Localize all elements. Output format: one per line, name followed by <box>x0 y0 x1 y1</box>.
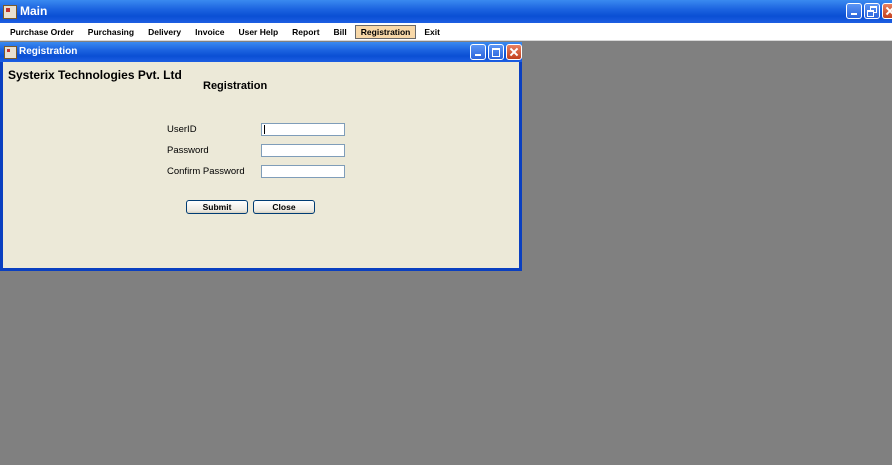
app-icon <box>3 5 17 19</box>
main-window-controls <box>846 3 892 19</box>
menu-item-exit[interactable]: Exit <box>418 25 446 39</box>
menu-item-purchase-order[interactable]: Purchase Order <box>4 25 80 39</box>
password-label: Password <box>167 145 209 156</box>
menu-item-report[interactable]: Report <box>286 25 325 39</box>
userid-label: UserID <box>167 124 197 135</box>
menu-item-user-help[interactable]: User Help <box>232 25 284 39</box>
menu-bar: Purchase Order Purchasing Delivery Invoi… <box>0 23 892 41</box>
minimize-icon[interactable] <box>846 3 862 19</box>
form-heading: Registration <box>203 80 268 92</box>
registration-titlebar[interactable]: Registration <box>0 42 522 62</box>
main-window-title: Main <box>20 4 48 18</box>
password-input[interactable] <box>261 144 345 157</box>
registration-window-controls <box>470 44 522 60</box>
close-button[interactable]: Close <box>253 200 315 214</box>
minimize-icon[interactable] <box>470 44 486 60</box>
text-cursor <box>264 125 265 134</box>
submit-button[interactable]: Submit <box>186 200 248 214</box>
registration-window: Registration Systerix Technologies Pvt. … <box>0 42 522 271</box>
company-name: Systerix Technologies Pvt. Ltd <box>8 68 182 82</box>
close-icon[interactable] <box>506 44 522 60</box>
registration-form: Systerix Technologies Pvt. Ltd Registrat… <box>3 62 519 268</box>
registration-window-title: Registration <box>19 46 78 57</box>
menu-item-delivery[interactable]: Delivery <box>142 25 187 39</box>
confirm-password-label: Confirm Password <box>167 166 245 177</box>
userid-input[interactable] <box>261 123 345 136</box>
confirm-password-input[interactable] <box>261 165 345 178</box>
menu-item-registration[interactable]: Registration <box>354 24 417 39</box>
close-icon[interactable] <box>882 3 892 19</box>
menu-item-purchasing[interactable]: Purchasing <box>82 25 140 39</box>
main-titlebar[interactable]: Main <box>0 0 892 23</box>
maximize-icon[interactable] <box>488 44 504 60</box>
menu-item-bill[interactable]: Bill <box>328 25 353 39</box>
restore-icon[interactable] <box>864 3 880 19</box>
menu-item-invoice[interactable]: Invoice <box>189 25 230 39</box>
form-icon <box>4 46 17 59</box>
